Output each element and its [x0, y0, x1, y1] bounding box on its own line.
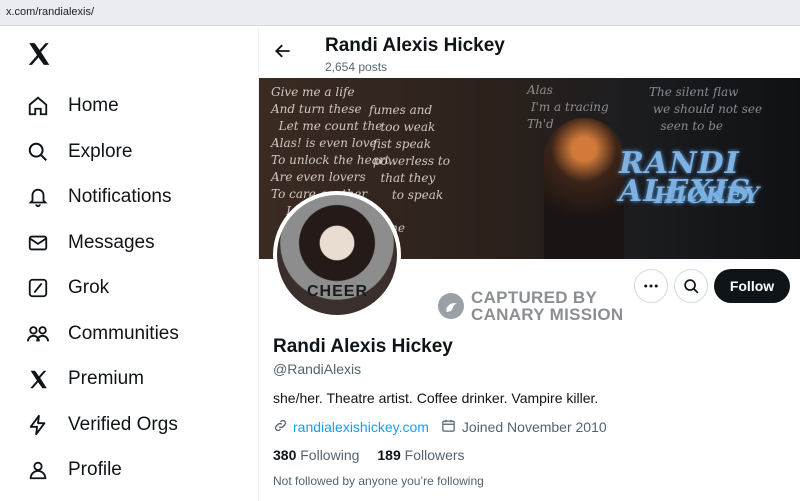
profile-website-link[interactable]: randialexishickey.com [293, 419, 429, 435]
search-icon [683, 278, 698, 293]
banner-logo-line2: HICKEY [654, 183, 761, 209]
bell-icon [26, 185, 50, 209]
home-icon [26, 94, 50, 118]
link-icon [273, 418, 288, 436]
profile-stats: 380 Following 189 Followers [273, 447, 483, 463]
canary-mission-logo-icon [438, 293, 464, 319]
sidebar: Home Explore Notifications Messages Grok… [0, 27, 258, 501]
banner-handwriting: fumes and too weak fist speak powerless … [369, 103, 450, 202]
avatar[interactable]: CHEER [273, 191, 401, 319]
sidebar-item-grok[interactable]: Grok [26, 273, 109, 303]
lightning-icon [26, 413, 50, 437]
sidebar-item-label: Home [68, 95, 119, 116]
x-logo-icon [26, 367, 50, 391]
x-logo-icon[interactable] [26, 41, 52, 67]
followers-link[interactable]: 189 Followers [377, 447, 464, 463]
person-icon [26, 458, 50, 482]
avatar-shirt-text: CHEER [307, 283, 369, 300]
page-title: Randi Alexis Hickey [325, 35, 505, 56]
browser-address-bar[interactable]: x.com/randialexis/ [0, 0, 800, 26]
sidebar-item-label: Grok [68, 277, 110, 298]
sidebar-item-profile[interactable]: Profile [26, 455, 122, 485]
sidebar-item-label: Notifications [68, 186, 172, 207]
post-count: 2,654 posts [325, 60, 388, 74]
address-url[interactable]: x.com/randialexis/ [6, 6, 94, 18]
sidebar-item-explore[interactable]: Explore [26, 137, 132, 167]
search-profile-button[interactable] [674, 269, 708, 303]
followers-count: 189 [377, 447, 401, 463]
profile-column: Randi Alexis Hickey 2,654 posts Give me … [259, 27, 800, 501]
grok-icon [26, 276, 50, 300]
sidebar-item-communities[interactable]: Communities [26, 319, 179, 349]
sidebar-item-label: Verified Orgs [68, 414, 178, 435]
following-count: 380 [273, 447, 297, 463]
following-link[interactable]: 380 Following [273, 447, 359, 463]
sidebar-item-label: Messages [68, 232, 155, 253]
followers-label: Followers [404, 447, 465, 463]
sidebar-item-label: Profile [68, 459, 122, 480]
people-icon [26, 322, 50, 346]
sidebar-item-label: Premium [68, 368, 145, 389]
watermark-line1: CAPTURED BY [471, 288, 598, 307]
sidebar-item-notifications[interactable]: Notifications [26, 182, 172, 212]
following-label: Following [300, 447, 360, 463]
followed-by-note: Not followed by anyone you’re following [273, 474, 484, 488]
back-arrow-icon[interactable] [273, 41, 295, 63]
watermark-line2: CANARY MISSION [471, 305, 624, 324]
sidebar-item-messages[interactable]: Messages [26, 228, 155, 258]
profile-meta: randialexishickey.com Joined November 20… [273, 418, 607, 436]
ellipsis-icon [644, 284, 658, 288]
profile-handle: @RandiAlexis [273, 361, 362, 377]
banner-portrait-figure [544, 118, 624, 259]
sidebar-item-label: Communities [68, 323, 179, 344]
sidebar-item-label: Explore [68, 141, 133, 162]
sidebar-item-premium[interactable]: Premium [26, 364, 144, 394]
sidebar-item-verified-orgs[interactable]: Verified Orgs [26, 410, 178, 440]
watermark: CAPTURED BY CANARY MISSION [437, 289, 624, 323]
more-options-button[interactable] [634, 269, 668, 303]
profile-name: Randi Alexis Hickey [273, 336, 453, 357]
calendar-icon [441, 418, 456, 436]
profile-bio: she/her. Theatre artist. Coffee drinker.… [273, 390, 599, 406]
profile-header-bar: Randi Alexis Hickey 2,654 posts [259, 27, 800, 77]
profile-joined-date: Joined November 2010 [461, 419, 607, 435]
search-icon [26, 140, 50, 164]
follow-button[interactable]: Follow [714, 269, 790, 303]
sidebar-item-home[interactable]: Home [26, 91, 119, 121]
banner-handwriting: The silent flaw we should not see seen t… [649, 85, 763, 133]
envelope-icon [26, 231, 50, 255]
